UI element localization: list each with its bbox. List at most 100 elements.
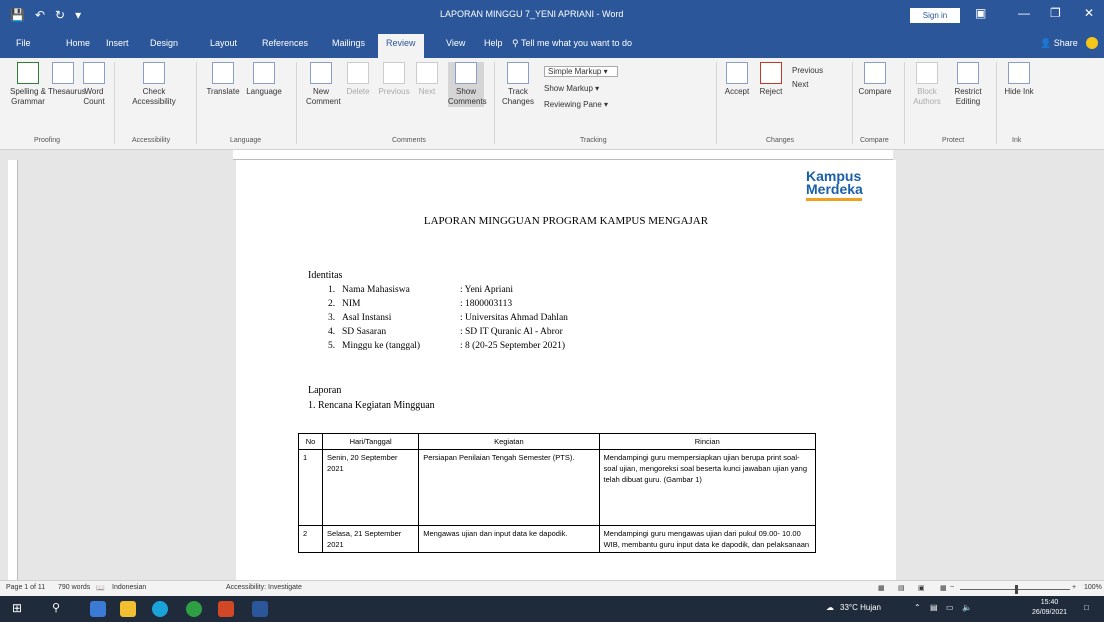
feedback-icon[interactable] bbox=[1086, 37, 1098, 49]
markup-display-select[interactable]: Simple Markup ▾ bbox=[544, 66, 618, 77]
web-layout-icon[interactable]: ▦ bbox=[940, 584, 947, 592]
show-markup-button[interactable]: Show Markup ▾ bbox=[544, 84, 599, 93]
powerpoint-icon[interactable] bbox=[218, 601, 234, 617]
zoom-slider-thumb[interactable] bbox=[1015, 585, 1018, 594]
identity-row: 5. Minggu ke (tanggal): 8 (20-25 Septembe… bbox=[328, 341, 566, 351]
block-authors-button[interactable]: Block Authors bbox=[912, 62, 942, 107]
language-status[interactable]: Indonesian bbox=[112, 584, 146, 591]
show-comments-button[interactable]: Show Comments bbox=[448, 62, 487, 107]
word-icon[interactable] bbox=[252, 601, 268, 617]
accessibility-status[interactable]: Accessibility: Investigate bbox=[226, 584, 302, 591]
save-icon[interactable]: 💾 bbox=[10, 8, 25, 22]
tab-mailings[interactable]: Mailings bbox=[332, 38, 365, 48]
previous-label: Previous bbox=[378, 87, 410, 96]
browser-icon[interactable] bbox=[152, 601, 168, 617]
table-cell: Selasa, 21 September 2021 bbox=[322, 525, 420, 553]
notifications-icon[interactable]: □ bbox=[1084, 603, 1089, 612]
tab-file[interactable]: File bbox=[16, 38, 31, 48]
close-icon[interactable]: ✕ bbox=[1084, 6, 1094, 20]
translate-button[interactable]: Translate bbox=[206, 62, 240, 97]
undo-icon[interactable]: ↶ bbox=[35, 8, 45, 22]
hide-ink-icon bbox=[1008, 62, 1030, 84]
review-ribbon: Spelling & Grammar Thesaurus Word Count … bbox=[0, 58, 1104, 150]
weather-text[interactable]: 33°C Hujan bbox=[840, 603, 881, 612]
accessibility-icon bbox=[143, 62, 165, 84]
page-count[interactable]: Page 1 of 11 bbox=[6, 584, 45, 591]
accept-label: Accept bbox=[724, 87, 750, 96]
battery-icon[interactable]: ▭ bbox=[946, 603, 954, 612]
ribbon-display-options-icon[interactable]: ▣ bbox=[975, 6, 986, 20]
tab-layout[interactable]: Layout bbox=[210, 38, 237, 48]
minimize-icon[interactable]: — bbox=[1018, 6, 1030, 20]
zoom-in-icon[interactable]: + bbox=[1072, 584, 1076, 591]
check-accessibility-button[interactable]: Check Accessibility bbox=[124, 62, 184, 107]
tell-me-search[interactable]: ⚲ Tell me what you want to do bbox=[512, 38, 632, 49]
table-header-row: No Hari/Tanggal Kegiatan Rincian bbox=[297, 433, 817, 450]
zoom-out-icon[interactable]: − bbox=[950, 584, 954, 591]
focus-mode-icon[interactable]: ▦ bbox=[878, 584, 885, 592]
changes-group-label: Changes bbox=[766, 137, 795, 144]
new-comment-button[interactable]: New Comment bbox=[306, 62, 341, 107]
group-separator bbox=[494, 62, 495, 144]
print-layout-icon[interactable]: ▣ bbox=[918, 584, 925, 592]
accept-button[interactable]: Accept bbox=[722, 62, 752, 97]
table-cell: 2 bbox=[297, 525, 324, 553]
volume-icon[interactable]: 🔈 bbox=[962, 603, 972, 612]
previous-change-button[interactable]: Previous bbox=[792, 66, 823, 75]
network-icon[interactable]: ▤ bbox=[930, 603, 938, 612]
delete-comment-button[interactable]: Delete bbox=[344, 62, 372, 97]
share-label: Share bbox=[1053, 38, 1078, 48]
vertical-ruler[interactable] bbox=[8, 160, 18, 580]
search-icon[interactable]: ⚲ bbox=[52, 601, 60, 614]
chrome-icon[interactable] bbox=[186, 601, 202, 617]
next-comment-button[interactable]: Next bbox=[414, 62, 440, 97]
document-page[interactable]: Kampus Merdeka LAPORAN MINGGUAN PROGRAM … bbox=[236, 160, 896, 580]
tab-references[interactable]: References bbox=[262, 38, 308, 48]
clock[interactable]: 15:40 26/09/2021 bbox=[1032, 598, 1067, 618]
thesaurus-button[interactable]: Thesaurus bbox=[48, 62, 86, 97]
zoom-level[interactable]: 100% bbox=[1084, 584, 1102, 591]
proofing-status-icon[interactable]: 📖 bbox=[96, 584, 105, 592]
track-changes-button[interactable]: Track Changes bbox=[500, 62, 536, 107]
tell-me-text: Tell me what you want to do bbox=[520, 38, 632, 48]
start-icon[interactable]: ⊞ bbox=[12, 601, 22, 615]
sign-in-button[interactable]: Sign in bbox=[910, 8, 960, 23]
tab-review[interactable]: Review bbox=[378, 34, 424, 58]
horizontal-ruler[interactable] bbox=[233, 150, 893, 160]
app-icon[interactable] bbox=[90, 601, 106, 617]
previous-comment-button[interactable]: Previous bbox=[378, 62, 410, 97]
ink-group-label: Ink bbox=[1012, 137, 1022, 144]
word-count[interactable]: 790 words bbox=[58, 584, 90, 591]
reject-button[interactable]: Reject bbox=[756, 62, 786, 97]
tray-chevron-icon[interactable]: ⌃ bbox=[914, 603, 921, 612]
group-separator bbox=[114, 62, 115, 144]
new-comment-label: New Comment bbox=[306, 87, 341, 106]
maximize-icon[interactable]: ❐ bbox=[1050, 6, 1061, 20]
comments-group-label: Comments bbox=[392, 137, 426, 144]
share-button[interactable]: 👤 Share bbox=[1040, 38, 1078, 49]
language-icon bbox=[253, 62, 275, 84]
file-explorer-icon[interactable] bbox=[120, 601, 136, 617]
tab-home[interactable]: Home bbox=[66, 38, 90, 48]
tab-view[interactable]: View bbox=[446, 38, 465, 48]
tab-design[interactable]: Design bbox=[150, 38, 178, 48]
restrict-editing-button[interactable]: Restrict Editing bbox=[950, 62, 986, 107]
compare-button[interactable]: Compare bbox=[858, 62, 892, 97]
block-authors-icon bbox=[916, 62, 938, 84]
identity-row: 3. Asal Instansi: Universitas Ahmad Dahla… bbox=[328, 313, 568, 323]
identity-row: 4. SD Sasaran: SD IT Quranic Al - Abror bbox=[328, 327, 563, 337]
word-count-label: Word Count bbox=[83, 87, 105, 106]
customize-qat-icon[interactable]: ▾ bbox=[75, 8, 81, 22]
next-change-button[interactable]: Next bbox=[792, 80, 808, 89]
redo-icon[interactable]: ↻ bbox=[55, 8, 65, 22]
reviewing-pane-button[interactable]: Reviewing Pane ▾ bbox=[544, 100, 608, 109]
language-button[interactable]: Language bbox=[244, 62, 284, 97]
tab-help[interactable]: Help bbox=[484, 38, 503, 48]
word-count-button[interactable]: Word Count bbox=[80, 62, 108, 107]
spelling-grammar-button[interactable]: Spelling & Grammar bbox=[6, 62, 50, 107]
weather-icon[interactable]: ☁ bbox=[826, 603, 834, 612]
track-changes-label: Track Changes bbox=[501, 87, 535, 106]
tab-insert[interactable]: Insert bbox=[106, 38, 129, 48]
hide-ink-button[interactable]: Hide Ink bbox=[1004, 62, 1034, 97]
read-mode-icon[interactable]: ▤ bbox=[898, 584, 905, 592]
